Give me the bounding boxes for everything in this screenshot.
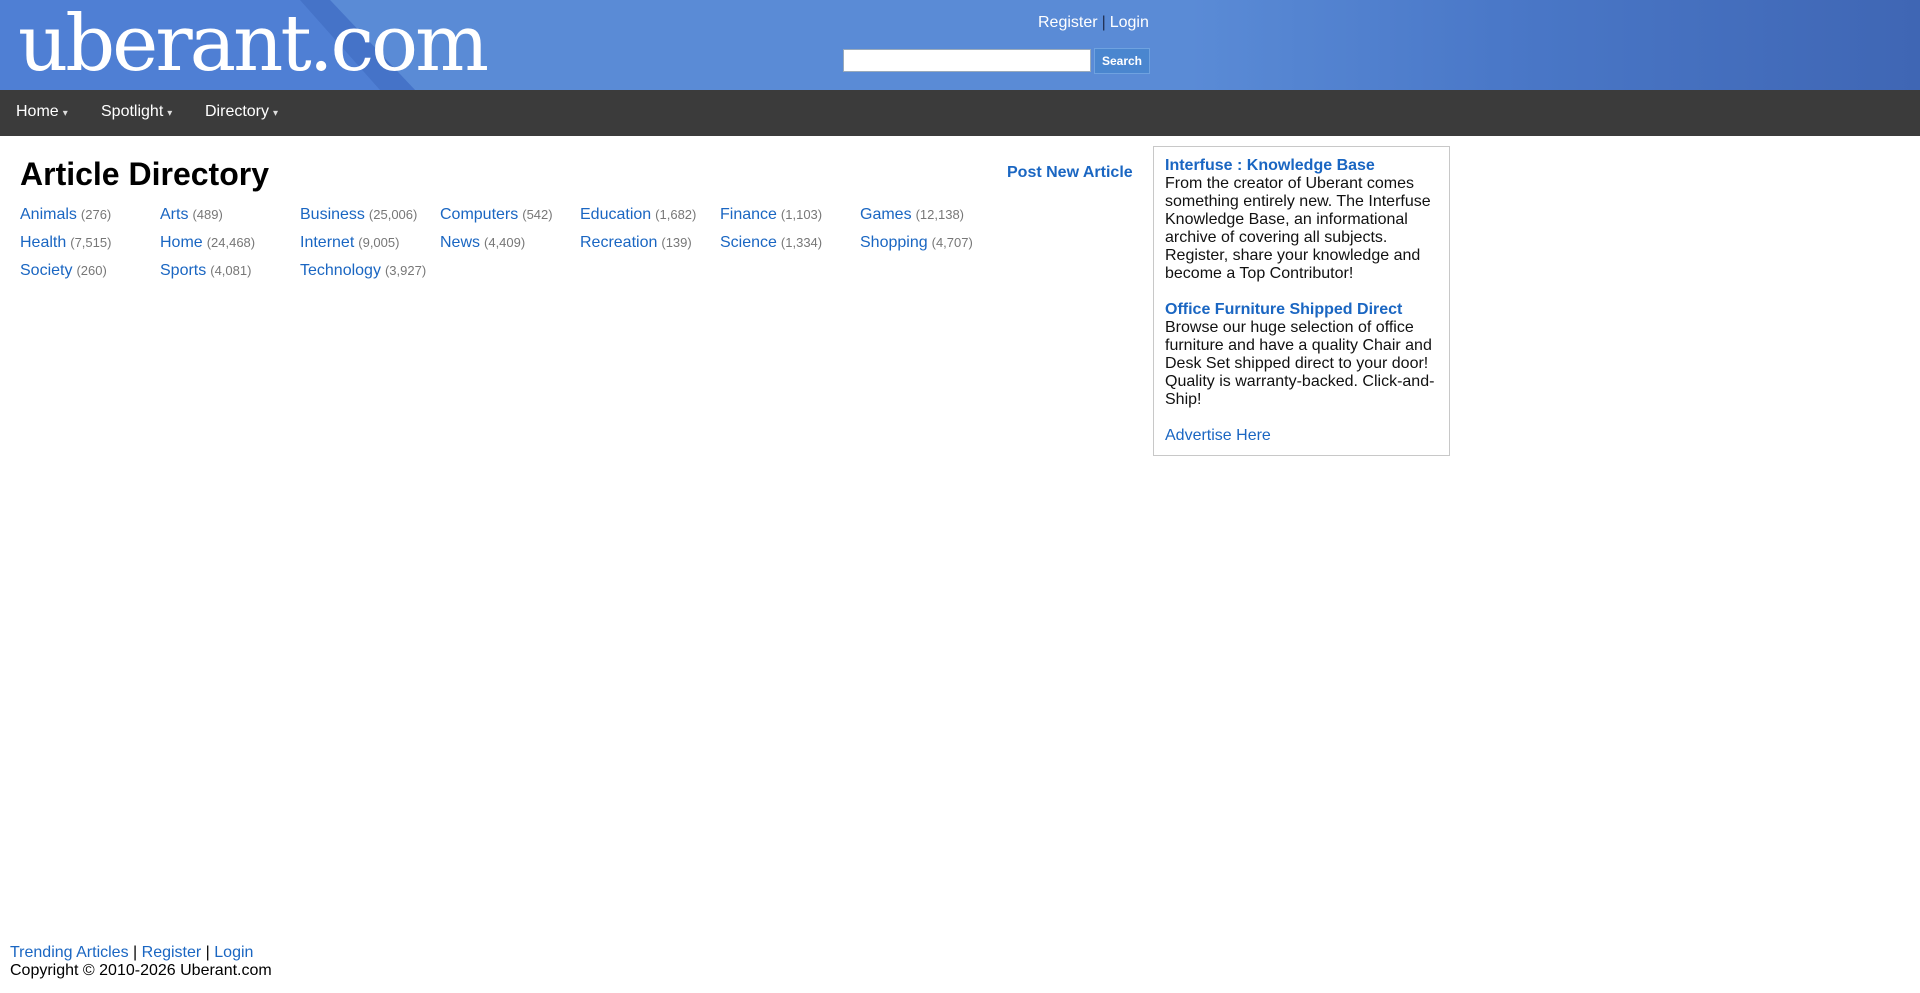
category-item: Sports (4,081): [160, 262, 300, 290]
category-item: Shopping (4,707): [860, 234, 1000, 262]
category-link[interactable]: Games: [860, 206, 912, 223]
category-count: (4,409): [484, 235, 526, 250]
category-item: Education (1,682): [580, 206, 720, 234]
ad-title-link[interactable]: Office Furniture Shipped Direct: [1165, 301, 1438, 319]
category-item: Recreation (139): [580, 234, 720, 262]
auth-separator: |: [1101, 14, 1106, 31]
category-count: (489): [192, 207, 223, 222]
chevron-down-icon: ▾: [273, 108, 279, 119]
page-title: Article Directory: [20, 156, 269, 192]
sponsored-sidebar: Interfuse : Knowledge Base From the crea…: [1153, 146, 1450, 456]
footer-links: Trending Articles | Register | Login: [10, 944, 272, 962]
category-count: (542): [522, 207, 553, 222]
category-item: Science (1,334): [720, 234, 860, 262]
category-count: (24,468): [206, 235, 256, 250]
category-item: Animals (276): [20, 206, 160, 234]
category-count: (4,081): [210, 263, 252, 278]
register-link[interactable]: Register: [1038, 14, 1098, 31]
category-link[interactable]: Home: [160, 234, 203, 251]
footer-login-link[interactable]: Login: [214, 944, 253, 961]
category-link[interactable]: Sports: [160, 262, 206, 279]
footer-separator: |: [133, 944, 138, 961]
ad-body: Browse our huge selection of office furn…: [1165, 319, 1435, 408]
category-link[interactable]: Animals: [20, 206, 77, 223]
category-count: (260): [76, 263, 107, 278]
category-link[interactable]: Finance: [720, 206, 777, 223]
nav-item-label: Directory: [205, 103, 270, 120]
category-link[interactable]: Education: [580, 206, 651, 223]
category-item: News (4,409): [440, 234, 580, 262]
category-link[interactable]: Arts: [160, 206, 188, 223]
site-footer: Trending Articles | Register | Login Cop…: [10, 944, 272, 980]
category-item: Home (24,468): [160, 234, 300, 262]
category-item: Internet (9,005): [300, 234, 440, 262]
category-link[interactable]: Shopping: [860, 234, 928, 251]
category-count: (1,103): [780, 207, 823, 222]
search-input[interactable]: [843, 49, 1091, 72]
category-count: (1,334): [780, 235, 823, 250]
category-link[interactable]: Recreation: [580, 234, 657, 251]
chevron-down-icon: ▾: [62, 108, 68, 119]
nav-item-spotlight[interactable]: Spotlight ▾: [101, 90, 172, 136]
footer-separator: |: [205, 944, 210, 961]
category-count: (1,682): [655, 207, 697, 222]
nav-item-label: Home: [16, 103, 59, 120]
category-link[interactable]: Technology: [300, 262, 381, 279]
category-item: Arts (489): [160, 206, 300, 234]
category-count: (139): [661, 235, 692, 250]
nav-item-label: Spotlight: [101, 103, 164, 120]
login-link[interactable]: Login: [1110, 14, 1149, 31]
nav-item-home[interactable]: Home ▾: [16, 90, 68, 136]
category-item: Computers (542): [440, 206, 580, 234]
header-auth-links: Register | Login: [1038, 14, 1149, 32]
trending-articles-link[interactable]: Trending Articles: [10, 944, 129, 961]
main-nav: Home ▾ Spotlight ▾ Directory ▾: [0, 90, 1920, 136]
category-item: Business (25,006): [300, 206, 440, 234]
footer-register-link[interactable]: Register: [142, 944, 202, 961]
ad-body: From the creator of Uberant comes someth…: [1165, 175, 1431, 282]
category-item: Technology (3,927): [300, 262, 440, 290]
search-button[interactable]: Search: [1094, 48, 1150, 74]
category-count: (25,006): [368, 207, 418, 222]
category-count: (4,707): [931, 235, 973, 250]
category-count: (12,138): [915, 207, 964, 222]
category-count: (276): [80, 207, 112, 222]
post-new-article-link[interactable]: Post New Article: [1007, 164, 1133, 182]
category-link[interactable]: Computers: [440, 206, 518, 223]
category-item: Society (260): [20, 262, 160, 290]
site-header: uberant.com Register | Login Search: [0, 0, 1920, 90]
category-link[interactable]: Society: [20, 262, 72, 279]
category-link[interactable]: Business: [300, 206, 365, 223]
category-item: Games (12,138): [860, 206, 1000, 234]
category-count: (7,515): [70, 235, 112, 250]
category-count: (3,927): [384, 263, 427, 278]
category-link[interactable]: Health: [20, 234, 66, 251]
ad-title-link[interactable]: Interfuse : Knowledge Base: [1165, 157, 1438, 175]
category-link[interactable]: Science: [720, 234, 777, 251]
category-link[interactable]: News: [440, 234, 480, 251]
nav-item-directory[interactable]: Directory ▾: [205, 90, 278, 136]
category-link[interactable]: Internet: [300, 234, 354, 251]
advertise-here-link[interactable]: Advertise Here: [1165, 427, 1271, 444]
site-logo[interactable]: uberant.com: [18, 0, 489, 90]
category-directory: Animals (276) Arts (489) Business (25,006) …: [20, 206, 1000, 290]
category-item: Health (7,515): [20, 234, 160, 262]
category-item: Finance (1,103): [720, 206, 860, 234]
chevron-down-icon: ▾: [167, 108, 173, 119]
category-count: (9,005): [358, 235, 400, 250]
copyright-text: Copyright © 2010-2026 Uberant.com: [10, 962, 272, 979]
